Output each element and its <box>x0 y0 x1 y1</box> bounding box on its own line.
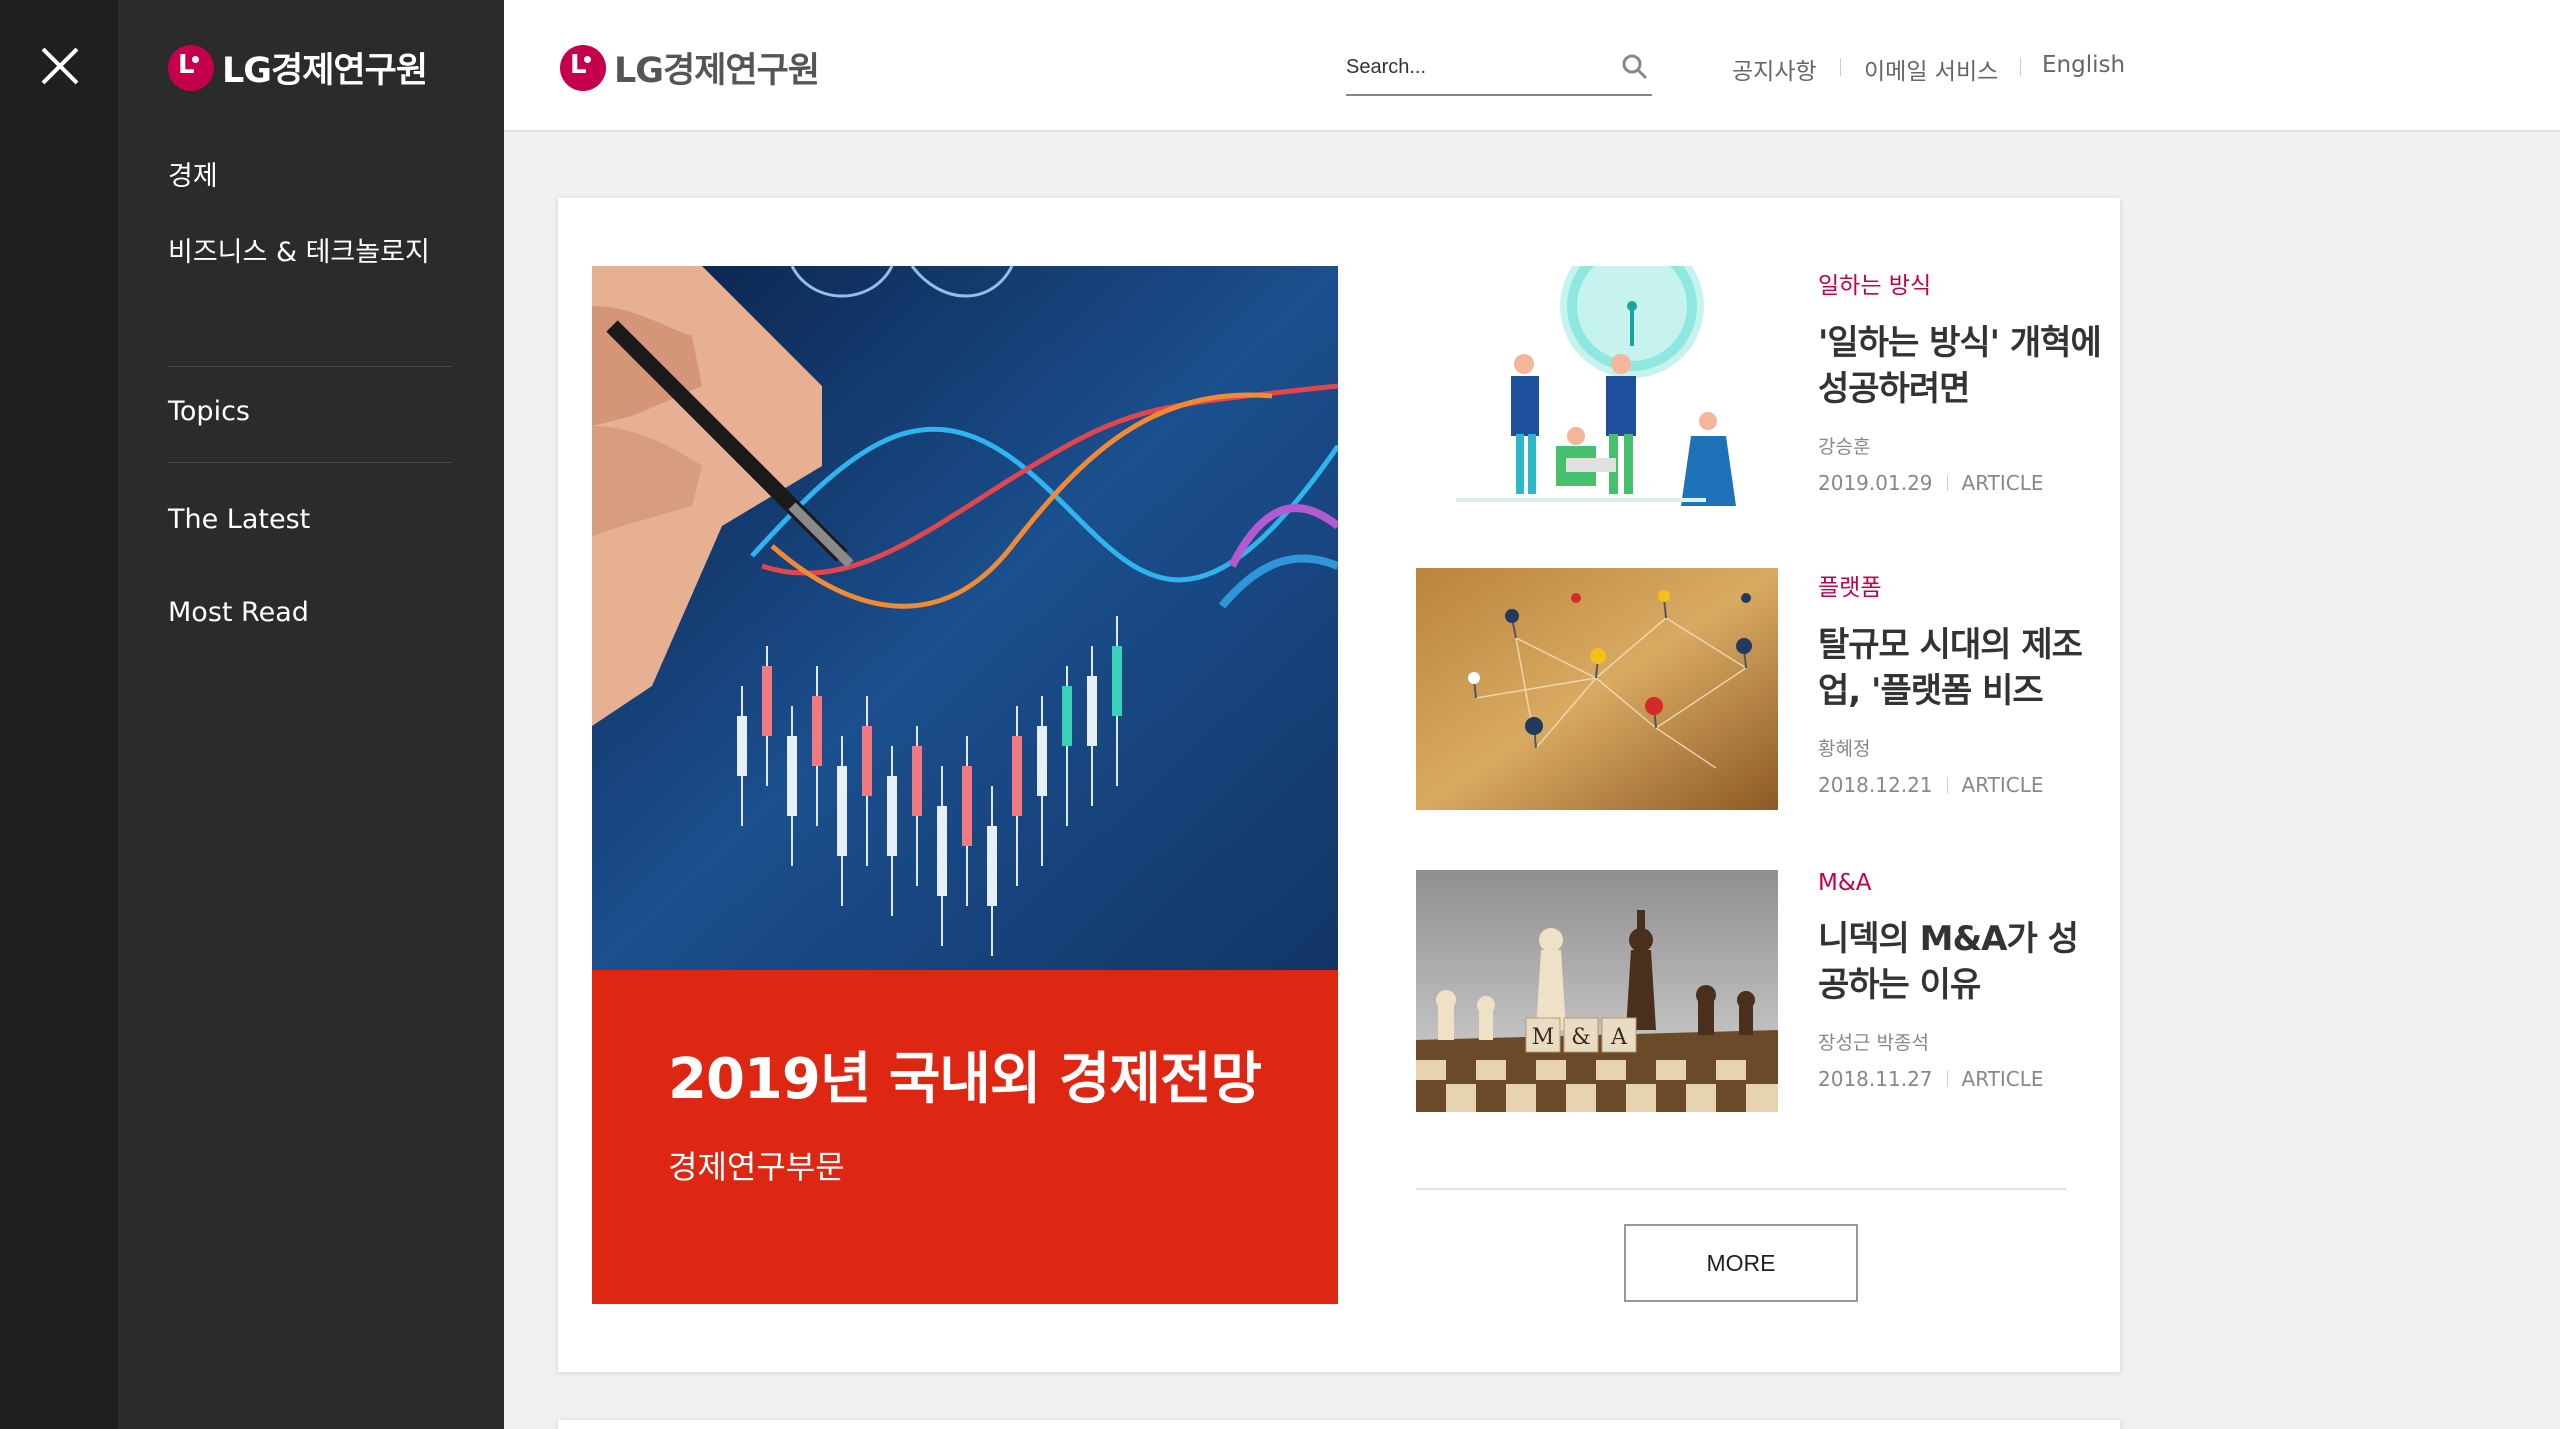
article-text: M&A 니덱의 M&A가 성공하는 이유 장성근 박종석 2018.11.27 … <box>1818 870 2108 1091</box>
header: LG경제연구원 공지사항 이메일 서비스 English <box>504 0 2560 132</box>
meta-divider <box>1946 777 1948 793</box>
util-divider <box>2020 58 2021 76</box>
article-title[interactable]: '일하는 방식' 개혁에 성공하려면 <box>1818 320 2108 414</box>
search-input[interactable] <box>1346 42 1596 92</box>
article-category[interactable]: 플랫폼 <box>1818 568 2108 602</box>
article-title[interactable]: 탈규모 시대의 제조업, '플랫폼 비즈니... <box>1818 622 2108 716</box>
menu-divider <box>168 366 452 367</box>
search-icon[interactable] <box>1622 54 1648 80</box>
article-item[interactable]: M & A M&A 니덱의 M&A가 성공하는 이유 장성근 박종석 2018.… <box>1416 870 2106 1112</box>
menu-item-topics[interactable]: Topics <box>168 396 250 427</box>
article-type: ARTICLE <box>1961 1067 2044 1091</box>
search-box <box>1346 42 1652 96</box>
article-category[interactable]: 일하는 방식 <box>1818 266 2108 300</box>
article-text: 일하는 방식 '일하는 방식' 개혁에 성공하려면 강승훈 2019.01.29… <box>1818 266 2108 495</box>
menu-logo[interactable]: LG경제연구원 <box>168 42 428 93</box>
map-pins-image <box>1416 568 1778 810</box>
menu-item-latest[interactable]: The Latest <box>168 504 310 535</box>
work-style-illustration <box>1416 266 1778 508</box>
card-divider <box>1416 1188 2066 1190</box>
article-meta: 2018.11.27 ARTICLE <box>1818 1067 2108 1091</box>
article-date: 2018.12.21 <box>1818 773 1933 797</box>
article-date: 2019.01.29 <box>1818 471 1933 495</box>
more-button[interactable]: MORE <box>1624 1224 1858 1302</box>
article-meta: 2019.01.29 ARTICLE <box>1818 471 2108 495</box>
svg-text:A: A <box>1610 1025 1628 1050</box>
featured-card: 2019년 국내외 경제전망 경제연구부문 일하는 방식 '일하는 방식' 개혁… <box>558 198 2120 1372</box>
svg-text:&: & <box>1571 1025 1591 1050</box>
notice-link[interactable]: 공지사항 <box>1732 52 1817 86</box>
article-item[interactable]: 일하는 방식 '일하는 방식' 개혁에 성공하려면 강승훈 2019.01.29… <box>1416 266 2106 508</box>
next-card <box>558 1420 2120 1429</box>
article-date: 2018.11.27 <box>1818 1067 1933 1091</box>
article-type: ARTICLE <box>1961 471 2044 495</box>
menu-rail <box>0 0 118 1429</box>
article-text: 플랫폼 탈규모 시대의 제조업, '플랫폼 비즈니... 황혜정 2018.12… <box>1818 568 2108 797</box>
feature-title[interactable]: 2019년 국내외 경제전망 <box>668 1034 1262 1115</box>
article-author: 강승훈 <box>1818 436 1871 458</box>
close-icon[interactable] <box>38 44 82 88</box>
meta-divider <box>1946 1071 1948 1087</box>
article-title[interactable]: 니덱의 M&A가 성공하는 이유 <box>1818 916 2108 1010</box>
header-logo-text: LG경제연구원 <box>614 51 820 91</box>
stock-chart-image <box>592 266 1338 970</box>
article-category[interactable]: M&A <box>1818 870 2108 896</box>
feature-article[interactable]: 2019년 국내외 경제전망 경제연구부문 <box>592 266 1338 1304</box>
menu-item-most-read[interactable]: Most Read <box>168 597 309 628</box>
article-type: ARTICLE <box>1961 773 2044 797</box>
feature-subtitle: 경제연구부문 <box>668 1148 845 1186</box>
menu-item-business-tech[interactable]: 비즈니스 & 테크놀로지 <box>168 230 430 269</box>
util-divider <box>1840 58 1841 76</box>
chess-ma-image: M & A <box>1416 870 1778 1112</box>
article-item[interactable]: 플랫폼 탈규모 시대의 제조업, '플랫폼 비즈니... 황혜정 2018.12… <box>1416 568 2106 810</box>
email-service-link[interactable]: 이메일 서비스 <box>1864 52 1998 86</box>
article-author: 황혜정 <box>1818 738 1871 760</box>
svg-text:M: M <box>1532 1025 1555 1050</box>
article-author: 장성근 박종석 <box>1818 1032 1929 1054</box>
side-menu: LG경제연구원 경제 비즈니스 & 테크놀로지 Topics The Lates… <box>118 0 504 1429</box>
menu-logo-text: LG경제연구원 <box>222 51 428 91</box>
english-link[interactable]: English <box>2042 52 2125 78</box>
feature-caption-box: 2019년 국내외 경제전망 경제연구부문 <box>592 970 1338 1304</box>
header-logo[interactable]: LG경제연구원 <box>560 42 820 93</box>
menu-divider <box>168 462 452 463</box>
lg-logo-icon <box>168 44 214 91</box>
meta-divider <box>1946 475 1948 491</box>
article-meta: 2018.12.21 ARTICLE <box>1818 773 2108 797</box>
menu-item-economy[interactable]: 경제 <box>168 154 218 193</box>
lg-logo-icon <box>560 44 606 91</box>
